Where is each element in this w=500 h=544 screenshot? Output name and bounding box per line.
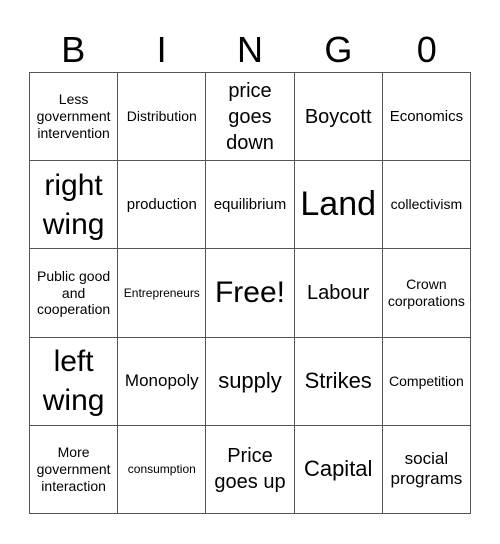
bingo-cell[interactable]: equilibrium: [206, 161, 295, 250]
bingo-cell[interactable]: right wing: [30, 161, 119, 250]
header-letter-n: N: [236, 29, 263, 70]
bingo-cell[interactable]: Crown corporations: [382, 249, 471, 338]
free-space-cell[interactable]: Free!: [206, 249, 295, 338]
bingo-cell[interactable]: social programs: [382, 425, 471, 514]
bingo-cell[interactable]: Distribution: [118, 73, 207, 162]
bingo-cell[interactable]: Competition: [382, 337, 471, 426]
bingo-cell[interactable]: price goes down: [206, 73, 295, 162]
bingo-cell[interactable]: Labour: [294, 249, 383, 338]
bingo-cell[interactable]: Capital: [294, 425, 383, 514]
bingo-cell[interactable]: supply: [206, 337, 295, 426]
bingo-cell[interactable]: Economics: [382, 73, 471, 162]
bingo-cell[interactable]: Boycott: [294, 73, 383, 162]
bingo-cell[interactable]: production: [118, 161, 207, 250]
bingo-cell[interactable]: Public good and cooperation: [30, 249, 119, 338]
bingo-cell[interactable]: Monopoly: [118, 337, 207, 426]
header-letter-g: G: [324, 29, 353, 70]
bingo-cell[interactable]: Land: [294, 161, 383, 250]
bingo-grid: Less government intervention Distributio…: [29, 72, 471, 514]
bingo-header: B I N G 0: [29, 28, 471, 72]
bingo-cell[interactable]: Strikes: [294, 337, 383, 426]
header-letter-b: B: [61, 29, 86, 70]
bingo-cell[interactable]: consumption: [118, 425, 207, 514]
bingo-cell[interactable]: collectivism: [382, 161, 471, 250]
header-letter-o: 0: [416, 29, 437, 70]
bingo-cell[interactable]: Price goes up: [206, 425, 295, 514]
header-letter-i: I: [156, 29, 167, 70]
bingo-cell[interactable]: Entrepreneurs: [118, 249, 207, 338]
bingo-cell[interactable]: More government interaction: [30, 425, 119, 514]
bingo-cell[interactable]: Less government intervention: [30, 73, 119, 162]
bingo-cell[interactable]: left wing: [30, 337, 119, 426]
